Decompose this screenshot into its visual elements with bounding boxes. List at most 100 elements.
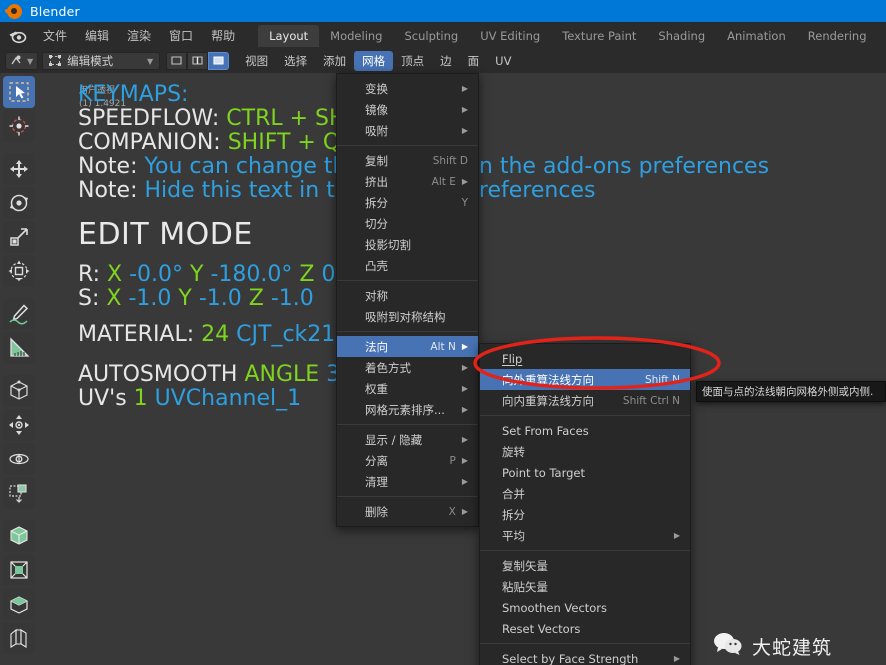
submenu-item-merge[interactable]: 合并 [480,483,690,504]
submenu-item-select-by-face-strength[interactable]: Select by Face Strength ▶ [480,648,690,665]
menu-item-normals[interactable]: 法向 Alt N ▶ [337,336,478,357]
menu-item-duplicate[interactable]: 复制 Shift D [337,150,478,171]
submenu-item-point-to-target[interactable]: Point to Target [480,462,690,483]
tab-uv-editing[interactable]: UV Editing [469,25,551,47]
viewport-menu-add[interactable]: 添加 [315,51,354,71]
scale-tool[interactable] [3,221,35,253]
menu-item-label: 向外重算法线方向 [502,372,594,387]
viewport-menu-view[interactable]: 视图 [237,51,276,71]
menu-render[interactable]: 渲染 [118,24,160,47]
menu-item-mirror[interactable]: 镜像 ▶ [337,99,478,120]
interaction-mode-select[interactable]: 编辑模式 ▼ [42,52,161,70]
submenu-item-recalculate-inside[interactable]: 向内重算法线方向 Shift Ctrl N [480,390,690,411]
menu-item-separate[interactable]: 分离 P ▶ [337,450,478,471]
menu-item-delete[interactable]: 删除 X ▶ [337,501,478,522]
menu-item-sort-elements[interactable]: 网格元素排序... ▶ [337,399,478,420]
viewport-menu-mesh[interactable]: 网格 [354,51,394,71]
menu-item-label: 切分 [365,216,388,231]
submenu-item-split[interactable]: 拆分 [480,504,690,525]
submenu-item-copy-vectors[interactable]: 复制矢量 [480,555,690,576]
submenu-item-set-from-faces[interactable]: Set From Faces [480,420,690,441]
annotate-tool[interactable] [3,298,35,330]
menu-separator [337,424,478,425]
viewport-menu-select[interactable]: 选择 [276,51,315,71]
menu-item-transform[interactable]: 变换 ▶ [337,78,478,99]
tweak-select-box-tool[interactable] [3,76,35,108]
menu-window[interactable]: 窗口 [160,24,202,47]
measure-tool[interactable] [3,332,35,364]
add-cube-tool[interactable] [3,375,35,407]
blender-icon[interactable] [8,26,28,46]
cursor-tool[interactable] [3,110,35,142]
editor-type-button[interactable]: ▼ [5,52,39,70]
spin-tool[interactable] [3,622,35,654]
submenu-item-flip[interactable]: Flip [480,348,690,369]
blender-window: Blender 文件 编辑 渲染 窗口 帮助 Layout Modeling S… [0,0,886,665]
extrude-region-tool[interactable] [3,409,35,441]
submenu-item-rotate[interactable]: 旋转 [480,441,690,462]
toolbar-divider [3,511,39,518]
menu-item-clean-up[interactable]: 清理 ▶ [337,471,478,492]
menu-item-label: 变换 [365,81,388,96]
face-select-mode[interactable] [208,52,230,70]
viewport-menu-face[interactable]: 面 [460,51,488,71]
menu-item-label: Flip [502,351,523,366]
viewport-toolbar [3,76,39,654]
chevron-down-icon: ▼ [27,56,34,66]
viewport-menu-edge[interactable]: 边 [432,51,460,71]
tab-animation[interactable]: Animation [716,25,797,47]
menu-item-knife-project[interactable]: 投影切割 [337,234,478,255]
menu-item-label: 平均 [502,528,525,543]
inset-faces-tool[interactable] [3,443,35,475]
tab-sculpting[interactable]: Sculpting [393,25,469,47]
watermark-text: 大蛇建筑 [752,636,833,659]
tab-compositing[interactable]: Compositing [878,25,886,47]
tab-shading[interactable]: Shading [647,25,716,47]
menu-file[interactable]: 文件 [34,24,76,47]
menu-item-shortcut: P [449,454,456,467]
vertex-select-mode[interactable] [166,52,188,70]
menu-help[interactable]: 帮助 [202,24,244,47]
poly-build-tool[interactable] [3,588,35,620]
normals-submenu: Flip 向外重算法线方向 Shift N 向内重算法线方向 Shift Ctrl … [479,343,691,665]
menu-item-shortcut: X [448,505,456,518]
menu-item-weights[interactable]: 权重 ▶ [337,378,478,399]
menu-item-label: 复制 [365,153,388,168]
menu-edit[interactable]: 编辑 [76,24,118,47]
loop-cut-tool[interactable] [3,520,35,552]
tab-rendering[interactable]: Rendering [797,25,878,47]
tab-modeling[interactable]: Modeling [319,25,393,47]
menu-item-extrude[interactable]: 挤出 Alt E ▶ [337,171,478,192]
tab-layout[interactable]: Layout [258,24,320,47]
menu-item-split[interactable]: 拆分 Y [337,192,478,213]
menu-item-snap-to-symmetry[interactable]: 吸附到对称结构 [337,306,478,327]
submenu-item-average[interactable]: 平均 ▶ [480,525,690,546]
tab-texture-paint[interactable]: Texture Paint [551,25,647,47]
menu-item-label: 复制矢量 [502,558,548,573]
menu-item-show-hide[interactable]: 显示 / 隐藏 ▶ [337,429,478,450]
menu-item-label: 对称 [365,288,388,303]
submenu-item-reset-vectors[interactable]: Reset Vectors [480,618,690,639]
menu-item-shortcut: Shift N [644,373,680,386]
edge-select-mode[interactable] [187,52,209,70]
bevel-tool[interactable] [3,477,35,509]
menu-item-shading[interactable]: 着色方式 ▶ [337,357,478,378]
knife-tool[interactable] [3,554,35,586]
submenu-item-paste-vectors[interactable]: 粘贴矢量 [480,576,690,597]
viewport-menu-uv[interactable]: UV [487,52,519,70]
submenu-item-smoothen-vectors[interactable]: Smoothen Vectors [480,597,690,618]
move-tool[interactable] [3,153,35,185]
transform-tool[interactable] [3,255,35,287]
chevron-right-icon: ▶ [461,342,468,351]
menu-separator [480,415,690,416]
viewport-menu-vertex[interactable]: 顶点 [393,51,432,71]
menu-separator [337,145,478,146]
menu-item-bisect[interactable]: 切分 [337,213,478,234]
menu-item-symmetrize[interactable]: 对称 [337,285,478,306]
menu-item-convex-hull[interactable]: 凸壳 [337,255,478,276]
rotate-tool[interactable] [3,187,35,219]
menu-item-snap[interactable]: 吸附 ▶ [337,120,478,141]
menu-item-label: 吸附 [365,123,388,138]
submenu-item-recalculate-outside[interactable]: 向外重算法线方向 Shift N [480,369,690,390]
menu-item-label: 拆分 [365,195,388,210]
